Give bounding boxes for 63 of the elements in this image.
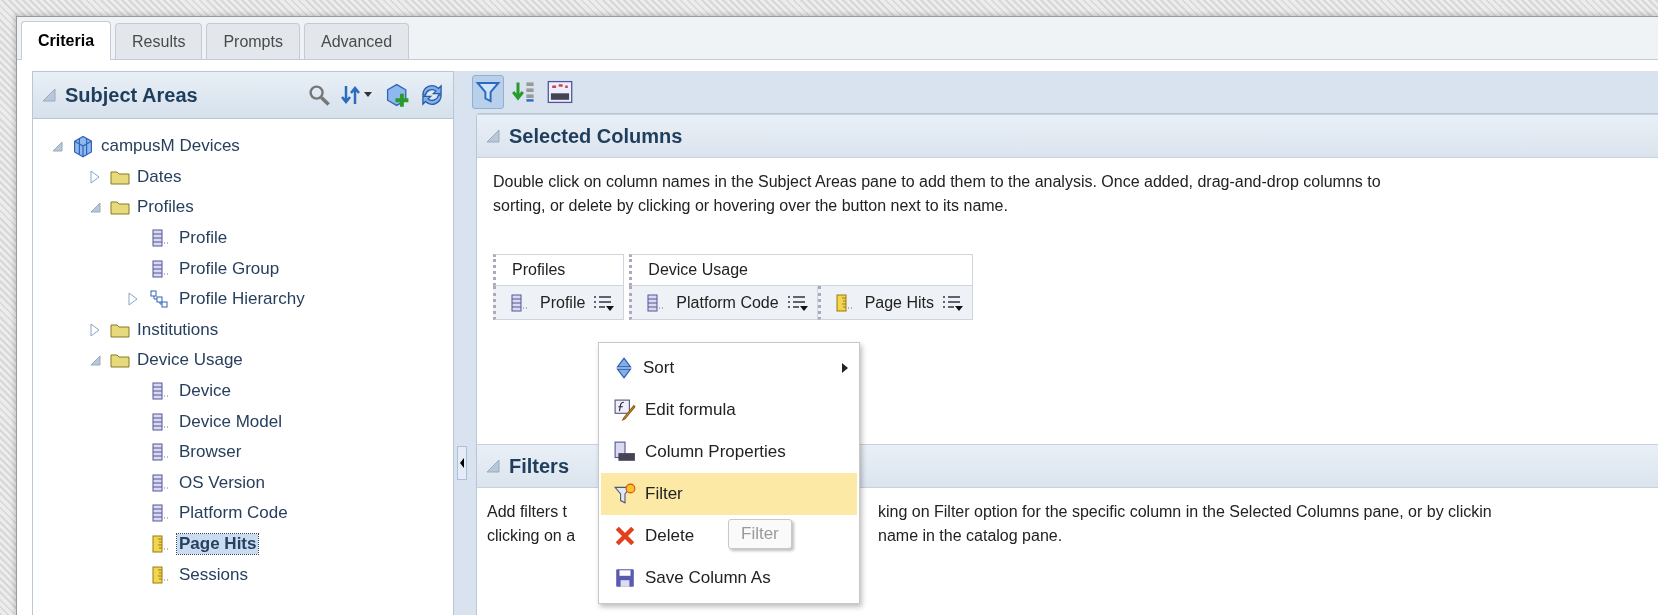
- collapse-toggle[interactable]: [485, 128, 501, 144]
- formula-icon: [613, 399, 637, 421]
- tooltip: Filter: [728, 519, 792, 549]
- tree-item[interactable]: OS Version: [177, 472, 267, 493]
- collapse-toggle[interactable]: [41, 87, 57, 103]
- funnel-icon: [613, 483, 637, 505]
- expand-toggle[interactable]: [88, 200, 102, 215]
- tree-item[interactable]: Profile Hierarchy: [177, 289, 307, 310]
- column-properties-icon: [547, 79, 573, 105]
- expand-toggle[interactable]: [88, 322, 102, 337]
- tree-item[interactable]: Device Usage: [135, 350, 245, 371]
- description-line: clicking on a: [487, 526, 576, 546]
- delete-icon: [613, 525, 637, 547]
- section-title: Filters: [509, 454, 570, 478]
- description-line: Add filters t: [487, 502, 568, 522]
- tab[interactable]: Results: [115, 23, 203, 59]
- description-line: name in the catalog pane.: [878, 526, 1063, 546]
- description-line: sorting, or delete by clicking or hovering over the button next to its name.: [493, 196, 1008, 216]
- tree-item[interactable]: Dates: [135, 166, 184, 187]
- column-group-header: Device Usage: [629, 254, 973, 286]
- description-line: Double click on column names in the Subject Areas pane to add them to the analysis. Once added, drag-and-drop columns to: [493, 172, 1381, 192]
- search-icon: [307, 83, 331, 107]
- menu-item[interactable]: Edit formula: [601, 389, 857, 431]
- collapse-handle[interactable]: [457, 446, 467, 480]
- sort-icon: [613, 357, 635, 379]
- save-icon: [613, 567, 637, 589]
- cube-icon: [71, 134, 95, 159]
- expand-toggle[interactable]: [50, 139, 64, 154]
- pane-title: Subject Areas: [65, 83, 199, 107]
- tree-item[interactable]: campusM Devices: [99, 136, 242, 157]
- tree-item[interactable]: Device Model: [177, 411, 284, 432]
- tree-item[interactable]: Page Hits: [177, 534, 259, 554]
- refresh-icon: [419, 82, 445, 108]
- tab[interactable]: Criteria: [21, 21, 112, 60]
- description-line: king on Filter option for the specific column in the Selected Columns pane, or by clickin: [878, 502, 1492, 522]
- tree-item[interactable]: Platform Code: [177, 503, 290, 524]
- section-title: Selected Columns: [509, 124, 683, 148]
- menu-item[interactable]: Column Properties: [601, 431, 857, 473]
- column-name: Platform Code: [676, 293, 779, 312]
- collapse-toggle[interactable]: [485, 458, 501, 474]
- menu-item[interactable]: Save Column As: [601, 557, 857, 599]
- tree-item[interactable]: Sessions: [177, 564, 250, 585]
- expand-toggle[interactable]: [88, 353, 102, 368]
- sort-icon: [512, 79, 536, 105]
- column-name: Profile: [540, 293, 586, 312]
- column-properties-icon: [613, 441, 637, 463]
- tree-item[interactable]: Profiles: [135, 197, 196, 218]
- add-icon: [385, 82, 411, 108]
- menu-item[interactable]: Sort: [601, 347, 857, 389]
- tab[interactable]: Prompts: [206, 23, 300, 59]
- tree-item[interactable]: Profile Group: [177, 258, 282, 279]
- tab[interactable]: Advanced: [303, 23, 410, 59]
- tree-item[interactable]: Browser: [177, 442, 244, 463]
- tree-item[interactable]: Institutions: [135, 319, 221, 340]
- tree-item[interactable]: Device: [177, 381, 233, 402]
- expand-toggle[interactable]: [126, 292, 140, 307]
- tree-item[interactable]: Profile: [177, 228, 230, 249]
- toolbar-button[interactable]: [472, 75, 504, 109]
- menu-item[interactable]: Filter: [601, 473, 857, 515]
- expand-toggle[interactable]: [88, 169, 102, 184]
- column-group-header: Profiles: [493, 254, 625, 286]
- column-name: Page Hits: [864, 293, 934, 312]
- funnel-icon: [475, 79, 501, 105]
